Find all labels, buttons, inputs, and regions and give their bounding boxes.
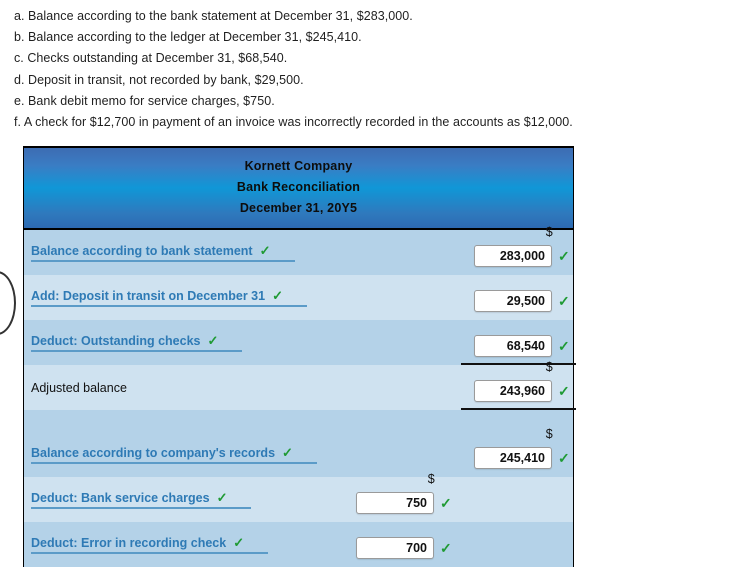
- row-right-amount-cell: $ 243,960 ✓: [460, 360, 576, 410]
- amount-input-4[interactable]: 245,410: [474, 447, 552, 469]
- amount-group-4: $ 245,410 ✓: [474, 427, 570, 469]
- problem-line-c: c. Checks outstanding at December 31, $6…: [14, 51, 288, 66]
- check-icon: ✓: [207, 333, 219, 348]
- check-icon: ✓: [216, 490, 228, 505]
- check-icon: ✓: [558, 293, 570, 309]
- account-select-0[interactable]: Balance according to bank statement ✓: [31, 244, 295, 262]
- account-select-6[interactable]: Deduct: Error in recording check ✓: [31, 535, 269, 554]
- row-middle-amount-cell: [354, 432, 474, 477]
- check-icon: ✓: [259, 243, 271, 258]
- spacer-row: [24, 410, 573, 432]
- row-middle-amount-cell: [354, 275, 474, 320]
- amount-input-1[interactable]: 29,500: [474, 290, 552, 312]
- amount-group-6: 700 ✓: [356, 537, 452, 559]
- dollar-sign-icon: $: [545, 427, 553, 441]
- check-icon: ✓: [558, 248, 570, 264]
- account-select-2[interactable]: Deduct: Outstanding checks ✓: [31, 333, 243, 352]
- row-right-amount-cell: $ 245,410 ✓: [474, 427, 576, 477]
- amount-group-0: $ 283,000 ✓: [474, 225, 570, 267]
- amount-input-0[interactable]: 283,000: [474, 245, 552, 267]
- table-row: Deduct: Outstanding checks ✓ 68,540 ✓: [24, 320, 576, 365]
- check-icon: ✓: [272, 288, 283, 303]
- row-label-cell: Deduct: Bank service charges ✓: [24, 477, 354, 522]
- account-select-label-0: Balance according to bank statement: [31, 243, 253, 258]
- spacer-cell: [24, 410, 354, 432]
- row-right-amount-cell: 29,500 ✓: [474, 275, 576, 320]
- account-select-label-6: Deduct: Error in recording check: [31, 535, 227, 550]
- problem-line-e: e. Bank debit memo for service charges, …: [14, 93, 275, 108]
- circle-annotation-artifact: [0, 271, 16, 335]
- amount-group-1: 29,500 ✓: [474, 290, 570, 312]
- row-right-amount-cell: 68,540 ✓: [460, 320, 576, 365]
- problem-line-f: f. A check for $12,700 in payment of an …: [14, 115, 573, 130]
- amount-input-5[interactable]: 750: [356, 492, 434, 514]
- amount-group-3: $ 243,960 ✓: [474, 360, 570, 402]
- adjusted-balance-label: Adjusted balance: [31, 380, 127, 395]
- table-row: Add: Deposit in transit on December 31 ✓…: [24, 275, 573, 320]
- row-right-amount-cell: $ 283,000 ✓: [474, 225, 576, 275]
- row-label-cell: Balance according to company's records ✓: [24, 432, 354, 477]
- spacer-cell: [474, 410, 573, 432]
- account-select-label-1: Add: Deposit in transit on December 31: [31, 288, 266, 303]
- row-middle-amount-cell: [354, 230, 474, 275]
- row-middle-amount-cell: 700 ✓: [354, 522, 474, 567]
- row-right-amount-cell: [474, 477, 573, 522]
- problem-line-b: b. Balance according to the ledger at De…: [14, 30, 362, 45]
- row-label-cell: Add: Deposit in transit on December 31 ✓: [24, 275, 354, 320]
- amount-input-6[interactable]: 700: [356, 537, 434, 559]
- spacer-cell: [354, 410, 474, 432]
- worksheet-statement-title: Bank Reconciliation: [236, 180, 361, 194]
- table-row: Adjusted balance $ 243,960 ✓: [24, 360, 576, 410]
- table-row: Balance according to bank statement ✓ $ …: [24, 225, 576, 275]
- row-middle-amount-cell: [354, 365, 474, 410]
- check-icon: ✓: [233, 535, 245, 550]
- amount-group-2: 68,540 ✓: [474, 335, 570, 357]
- check-icon: ✓: [558, 338, 570, 354]
- check-icon: ✓: [440, 540, 452, 556]
- row-label-cell: Balance according to bank statement ✓: [24, 230, 354, 275]
- check-icon: ✓: [440, 495, 452, 511]
- row-label-cell: Adjusted balance: [24, 365, 354, 410]
- row-right-amount-cell: [474, 522, 573, 567]
- account-select-4[interactable]: Balance according to company's records ✓: [31, 446, 317, 464]
- worksheet-statement-date: December 31, 20Y5: [239, 201, 358, 215]
- account-select-1[interactable]: Add: Deposit in transit on December 31 ✓: [31, 289, 307, 307]
- table-row: Balance according to company's records ✓…: [24, 427, 576, 477]
- row-label-cell: Deduct: Outstanding checks ✓: [24, 320, 354, 365]
- row-middle-amount-cell: $ 750 ✓: [354, 472, 474, 522]
- amount-input-2[interactable]: 68,540: [474, 335, 552, 357]
- dollar-sign-icon: $: [545, 360, 553, 374]
- account-select-label-2: Deduct: Outstanding checks: [31, 333, 201, 348]
- dollar-sign-icon: $: [545, 225, 553, 239]
- dollar-sign-icon: $: [427, 472, 435, 486]
- table-row: Deduct: Error in recording check ✓ 700 ✓: [24, 522, 573, 567]
- amount-input-3[interactable]: 243,960: [474, 380, 552, 402]
- account-select-5[interactable]: Deduct: Bank service charges ✓: [31, 490, 252, 509]
- check-icon: ✓: [558, 450, 570, 466]
- row-middle-amount-cell: [354, 320, 474, 365]
- check-icon: ✓: [282, 445, 293, 460]
- account-select-label-4: Balance according to company's records: [31, 445, 276, 460]
- worksheet-company-name: Kornett Company: [244, 159, 353, 173]
- check-icon: ✓: [558, 383, 570, 399]
- table-row: Deduct: Bank service charges ✓ $ 750 ✓: [24, 472, 573, 522]
- problem-statement: a. Balance according to the bank stateme…: [0, 0, 737, 133]
- account-select-label-5: Deduct: Bank service charges: [31, 490, 210, 505]
- problem-line-d: d. Deposit in transit, not recorded by b…: [14, 72, 304, 87]
- amount-group-5: $ 750 ✓: [356, 472, 452, 514]
- bank-reconciliation-worksheet: Kornett Company Bank Reconciliation Dece…: [23, 146, 576, 567]
- worksheet-header: Kornett Company Bank Reconciliation Dece…: [24, 146, 573, 230]
- row-label-cell: Deduct: Error in recording check ✓: [24, 522, 354, 567]
- problem-line-a: a. Balance according to the bank stateme…: [14, 9, 413, 23]
